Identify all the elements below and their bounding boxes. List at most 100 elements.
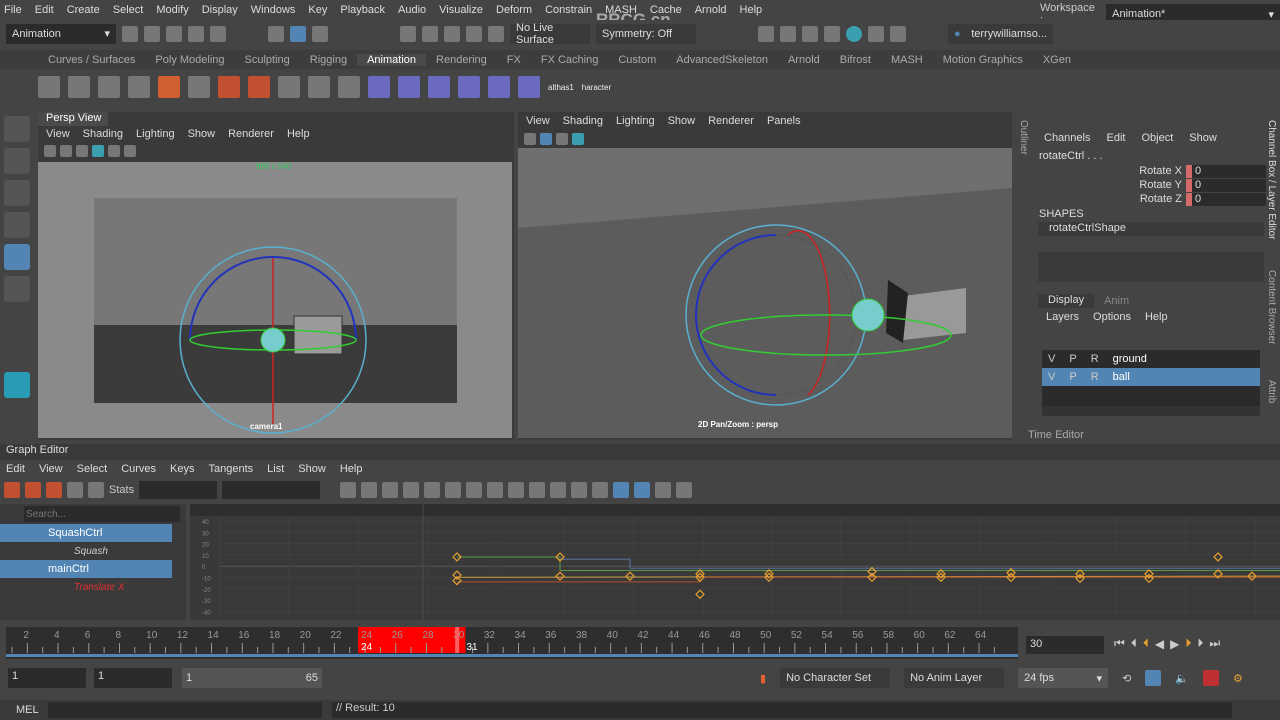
- auto-key-icon[interactable]: [1202, 670, 1219, 686]
- graph-menu-keys[interactable]: Keys: [170, 463, 194, 475]
- tab-channel-box[interactable]: Channel Box / Layer Editor: [1266, 120, 1277, 260]
- shelf-tab-animation[interactable]: Animation: [357, 53, 427, 66]
- undo-icon[interactable]: [188, 25, 204, 42]
- graph-menu-show[interactable]: Show: [298, 463, 326, 475]
- curve-list-item[interactable]: Translate X: [0, 578, 172, 596]
- go-to-start-icon[interactable]: ⏮: [1114, 636, 1125, 651]
- command-input[interactable]: [48, 702, 322, 718]
- viewport-menu-lighting[interactable]: Lighting: [616, 115, 655, 127]
- viewport-menu-shading[interactable]: Shading: [563, 115, 603, 127]
- channel-name[interactable]: Rotate X: [1096, 165, 1186, 177]
- camera-icon[interactable]: [524, 133, 536, 145]
- persp-viewport[interactable]: 960 x 540 camera1: [38, 162, 512, 438]
- retime-icon[interactable]: [88, 482, 104, 498]
- layer-row[interactable]: V P Rground: [1042, 350, 1260, 368]
- constraint-point-icon[interactable]: [398, 76, 420, 98]
- layer-toggle-r[interactable]: R: [1091, 353, 1099, 365]
- channel-menu-object[interactable]: Object: [1141, 132, 1173, 144]
- channel-menu-channels[interactable]: Channels: [1044, 132, 1090, 144]
- center-icon[interactable]: [382, 482, 399, 498]
- snap-point-icon[interactable]: [444, 25, 460, 42]
- break-tangents-icon[interactable]: [571, 482, 588, 498]
- shape-name[interactable]: rotateCtrlShape: [1038, 222, 1264, 236]
- save-scene-icon[interactable]: [166, 25, 182, 42]
- tangent-plateau-icon[interactable]: [529, 482, 546, 498]
- play-forward-icon[interactable]: ▶: [1170, 637, 1179, 651]
- paint-select-icon[interactable]: [4, 180, 30, 206]
- layer-name[interactable]: ground: [1113, 353, 1147, 365]
- lighting-icon[interactable]: [108, 145, 120, 157]
- step-back-icon[interactable]: ⏴: [1131, 636, 1137, 651]
- channel-value[interactable]: 0: [1192, 192, 1266, 206]
- bookmark-icon[interactable]: [60, 145, 72, 157]
- tangent-flat-icon[interactable]: [487, 482, 504, 498]
- move-key-icon[interactable]: [4, 482, 20, 498]
- channel-name[interactable]: Rotate Y: [1096, 179, 1186, 191]
- isolate-icon[interactable]: [124, 145, 136, 157]
- parent-icon[interactable]: [278, 76, 300, 98]
- menu-create[interactable]: Create: [67, 4, 100, 16]
- play-backward-icon[interactable]: ◀: [1155, 637, 1164, 651]
- graph-menu-list[interactable]: List: [267, 463, 284, 475]
- persp-viewport-2[interactable]: 2D Pan/Zoom : persp: [518, 148, 1012, 438]
- shelf-tab-advancedskeleton[interactable]: AdvancedSkeleton: [666, 54, 778, 66]
- graph-menu-view[interactable]: View: [39, 463, 63, 475]
- viewport-menu-lighting[interactable]: Lighting: [136, 128, 175, 140]
- layer-menu-options[interactable]: Options: [1093, 311, 1131, 323]
- shelf-tab-sculpting[interactable]: Sculpting: [235, 54, 300, 66]
- camera-icon[interactable]: [44, 145, 56, 157]
- channel-name[interactable]: Rotate Z: [1096, 193, 1186, 205]
- snap-view-icon[interactable]: [466, 25, 482, 42]
- loop-icon[interactable]: ⟲: [1122, 672, 1131, 685]
- tangent-step-icon[interactable]: [508, 482, 525, 498]
- frame-playback-icon[interactable]: [361, 482, 378, 498]
- menu-visualize[interactable]: Visualize: [439, 4, 483, 16]
- viewport-title-tab[interactable]: Persp View: [38, 112, 108, 126]
- constraint-pole-icon[interactable]: [518, 76, 540, 98]
- viewport-menu-shading[interactable]: Shading: [83, 128, 123, 140]
- menu-file[interactable]: File: [4, 4, 22, 16]
- pre-infinity-icon[interactable]: [655, 482, 672, 498]
- constraint-aim-icon[interactable]: [488, 76, 510, 98]
- next-key-icon[interactable]: ⏵: [1185, 636, 1191, 651]
- tangent-clamped-icon[interactable]: [445, 482, 462, 498]
- menu-display[interactable]: Display: [202, 4, 238, 16]
- joint-icon[interactable]: [218, 76, 240, 98]
- constraint-parent-icon[interactable]: [368, 76, 390, 98]
- snap-surface-icon[interactable]: [488, 25, 504, 42]
- render-frame-icon[interactable]: [758, 25, 774, 42]
- shelf-tab-rendering[interactable]: Rendering: [426, 54, 497, 66]
- anim-layer-dropdown[interactable]: No Anim Layer: [904, 668, 1005, 688]
- viewport-menu-renderer[interactable]: Renderer: [708, 115, 754, 127]
- render-view-icon[interactable]: [868, 25, 884, 42]
- menu-playback[interactable]: Playback: [340, 4, 385, 16]
- menu-help[interactable]: Help: [740, 4, 763, 16]
- step-forward-icon[interactable]: ⏵: [1197, 636, 1203, 651]
- sound-icon[interactable]: 🔈: [1175, 672, 1189, 685]
- layer-toggle-p[interactable]: P: [1069, 353, 1076, 365]
- graph-view[interactable]: 40 30 20 10 0 -10 -20 -30 -40: [190, 504, 1280, 620]
- insert-key-icon[interactable]: [25, 482, 41, 498]
- breakdown-icon[interactable]: [188, 76, 210, 98]
- viewport-menu-renderer[interactable]: Renderer: [228, 128, 274, 140]
- snap-curve-icon[interactable]: [422, 25, 438, 42]
- playback-start-field[interactable]: 1: [94, 668, 172, 688]
- outliner-tab[interactable]: Outliner: [1018, 120, 1029, 155]
- pan-zoom-icon[interactable]: [540, 133, 552, 145]
- stacked-icon[interactable]: [634, 482, 651, 498]
- grid-icon[interactable]: [76, 145, 88, 157]
- range-slider[interactable]: 1 65: [182, 668, 322, 688]
- shelf-tab-mash[interactable]: MASH: [881, 54, 933, 66]
- shelf-tab-fx[interactable]: FX: [497, 54, 531, 66]
- fps-dropdown[interactable]: 24 fps ▾: [1018, 668, 1109, 688]
- playblast-icon[interactable]: [38, 76, 60, 98]
- ghost-icon[interactable]: [98, 76, 120, 98]
- graph-menu-curves[interactable]: Curves: [121, 463, 156, 475]
- render-sequence-icon[interactable]: [780, 25, 796, 42]
- select-object-icon[interactable]: [290, 25, 306, 42]
- channel-row[interactable]: Rotate Y 0: [1096, 178, 1266, 192]
- user-account-dropdown[interactable]: ● terrywilliamso...: [948, 23, 1053, 44]
- bookmark-add-icon[interactable]: ▮: [760, 672, 766, 685]
- channel-value[interactable]: 0: [1192, 178, 1266, 192]
- shelf-tab-xgen[interactable]: XGen: [1033, 54, 1081, 66]
